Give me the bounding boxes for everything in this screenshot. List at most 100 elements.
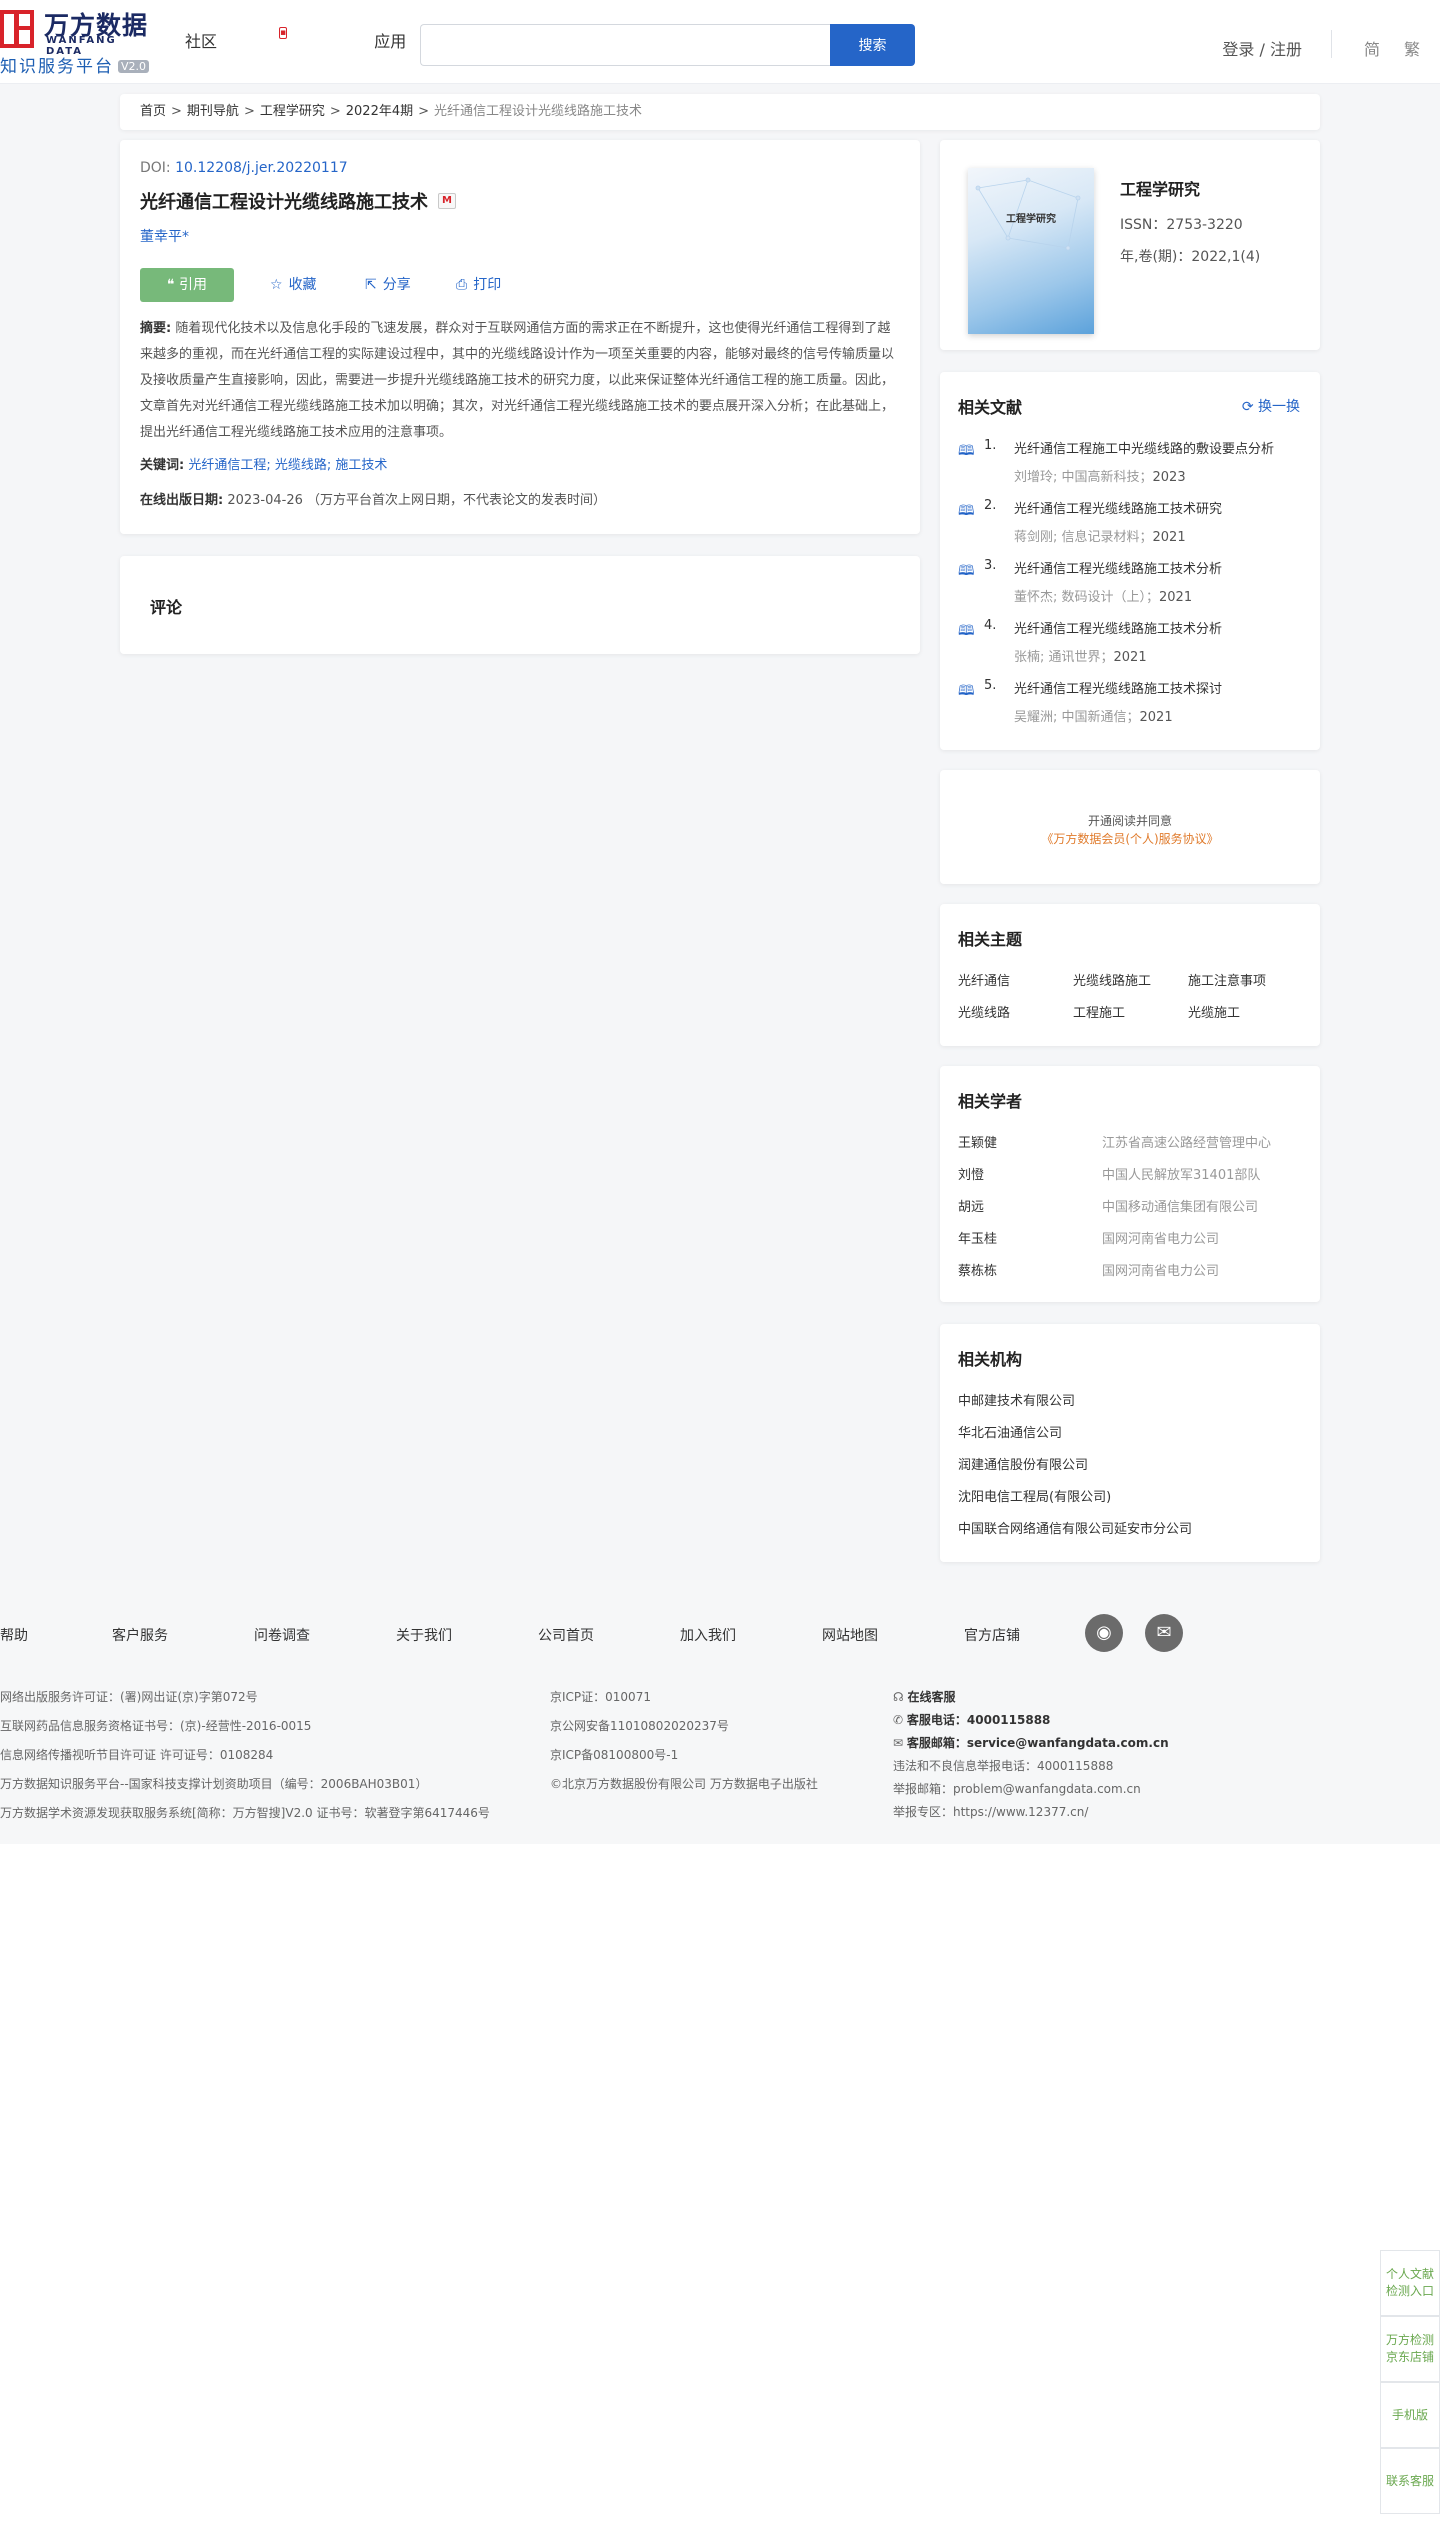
book-icon: 🕮 xyxy=(958,623,975,639)
list-item[interactable]: 🕮 1. 光纤通信工程施工中光缆线路的敷设要点分析 刘增玲; 中国高新科技；20… xyxy=(958,434,1308,494)
logo-mark-icon xyxy=(0,10,34,48)
keyword-link[interactable]: 光纤通信工程; xyxy=(188,458,270,473)
footer-help-link[interactable]: 帮助 xyxy=(0,1625,28,1645)
item-number: 2. xyxy=(984,498,997,513)
item-title[interactable]: 光纤通信工程光缆线路施工技术分析 xyxy=(1014,558,1222,577)
phone-value: 4000115888 xyxy=(966,1713,1051,1727)
online-service-link[interactable]: ☊ 在线客服 xyxy=(893,1688,1169,1711)
nav-community[interactable]: 社区 ▪ xyxy=(185,27,321,51)
scholar-org[interactable]: 江苏省高速公路经营管理中心 xyxy=(1102,1132,1271,1151)
journal-card: 工程学研究 工程学研究 ISSN：2753-3220 年,卷(期)：2022,1… xyxy=(940,140,1320,350)
item-title[interactable]: 光纤通信工程光缆线路施工技术研究 xyxy=(1014,498,1222,517)
scholar-org[interactable]: 中国移动通信集团有限公司 xyxy=(1102,1196,1258,1215)
breadcrumb-journal-nav[interactable]: 期刊导航 xyxy=(187,104,239,119)
cover-network-graphic xyxy=(975,177,1081,251)
institution-link[interactable]: 华北石油通信公司 xyxy=(958,1422,1308,1454)
cite-button[interactable]: ❝ 引用 xyxy=(140,268,234,302)
breadcrumb-current: 光纤通信工程设计光缆线路施工技术 xyxy=(434,104,643,119)
doi-label: DOI: xyxy=(140,160,171,176)
item-title[interactable]: 光纤通信工程施工中光缆线路的敷设要点分析 xyxy=(1014,438,1274,457)
pub-date-note: （万方平台首次上网日期，不代表论文的发表时间） xyxy=(307,493,607,508)
keyword-link[interactable]: 光缆线路; xyxy=(275,458,331,473)
footer-store-link[interactable]: 官方店铺 xyxy=(964,1625,1020,1645)
doi-link[interactable]: 10.12208/j.jer.20220117 xyxy=(175,160,348,176)
side-mobile[interactable]: 手机版 xyxy=(1380,2382,1440,2448)
topic-link[interactable]: 工程施工 xyxy=(1073,1002,1125,1021)
footer-service-link[interactable]: 客户服务 xyxy=(112,1625,168,1645)
footer-licenses: 网络出版服务许可证：(署)网出证(京)字第072号 互联网药品信息服务资格证书号… xyxy=(0,1688,490,1833)
institution-link[interactable]: 润建通信股份有限公司 xyxy=(958,1454,1308,1486)
list-item[interactable]: 🕮 4. 光纤通信工程光缆线路施工技术分析 张楠; 通讯世界；2021 xyxy=(958,614,1308,674)
related-docs-list: 🕮 1. 光纤通信工程施工中光缆线路的敷设要点分析 刘增玲; 中国高新科技；20… xyxy=(958,434,1308,734)
icp-text[interactable]: 京ICP证：010071 xyxy=(550,1688,818,1717)
institution-link[interactable]: 沈阳电信工程局(有限公司) xyxy=(958,1486,1308,1518)
scholar-org[interactable]: 国网河南省电力公司 xyxy=(1102,1228,1219,1247)
report-site[interactable]: 举报专区：https://www.12377.cn/ xyxy=(893,1803,1169,1826)
breadcrumb-home[interactable]: 首页 xyxy=(140,104,166,119)
item-title[interactable]: 光纤通信工程光缆线路施工技术分析 xyxy=(1014,618,1222,637)
list-item[interactable]: 🕮 5. 光纤通信工程光缆线路施工技术探讨 吴耀洲; 中国新通信；2021 xyxy=(958,674,1308,734)
topic-link[interactable]: 光缆线路 xyxy=(958,1002,1010,1021)
topic-link[interactable]: 光缆施工 xyxy=(1188,1002,1240,1021)
topic-link[interactable]: 光纤通信 xyxy=(958,970,1010,989)
list-item[interactable]: 🕮 3. 光纤通信工程光缆线路施工技术分析 董怀杰; 数码设计（上）；2021 xyxy=(958,554,1308,614)
favorite-button[interactable]: ☆ 收藏 xyxy=(270,268,317,302)
journal-cover[interactable]: 工程学研究 xyxy=(968,168,1094,334)
item-meta-text: 刘增玲; 中国高新科技； xyxy=(1014,470,1153,485)
journal-name[interactable]: 工程学研究 xyxy=(1120,176,1200,200)
wechat-icon[interactable]: ✉ xyxy=(1145,1614,1183,1652)
institution-link[interactable]: 中邮建技术有限公司 xyxy=(958,1390,1308,1422)
item-number: 4. xyxy=(984,618,997,633)
license-text: 网络出版服务许可证：(署)网出证(京)字第072号 xyxy=(0,1690,258,1704)
floating-side-panel: 个人文献检测入口 万方检测京东店铺 手机版 联系客服 xyxy=(1380,2250,1440,2514)
weibo-icon[interactable]: ◉ xyxy=(1085,1614,1123,1652)
scholar-name[interactable]: 王颖健 xyxy=(958,1132,997,1151)
topic-link[interactable]: 光缆线路施工 xyxy=(1073,970,1151,989)
login-register-link[interactable]: 登录 / 注册 xyxy=(1222,36,1302,60)
license-text: 万方数据知识服务平台--国家科技支撑计划资助项目（编号：2006BAH03B01… xyxy=(0,1777,428,1791)
print-button[interactable]: ⎙ 打印 xyxy=(456,268,501,302)
side-contact-service[interactable]: 联系客服 xyxy=(1380,2448,1440,2514)
license-text: 互联网药品信息服务资格证书号：(京)-经营性-2016-0015 xyxy=(0,1719,312,1733)
footer-company-link[interactable]: 公司首页 xyxy=(538,1625,594,1645)
side-detection-entry[interactable]: 个人文献检测入口 xyxy=(1380,2250,1440,2316)
scholar-name[interactable]: 蔡栋栋 xyxy=(958,1260,997,1279)
scholar-org[interactable]: 中国人民解放军31401部队 xyxy=(1102,1164,1260,1183)
institution-link[interactable]: 中国联合网络通信有限公司延安市分公司 xyxy=(958,1518,1308,1550)
item-year: 2021 xyxy=(1152,530,1186,545)
scholar-name[interactable]: 胡远 xyxy=(958,1196,984,1215)
customer-phone: ✆ 客服电话：4000115888 xyxy=(893,1711,1169,1734)
scholar-name[interactable]: 刘憕 xyxy=(958,1164,984,1183)
footer-join-link[interactable]: 加入我们 xyxy=(680,1625,736,1645)
wanfang-logo[interactable]: 万方数据 WANFANG DATA 知识服务平台 V2.0 xyxy=(0,6,152,77)
footer-survey-link[interactable]: 问卷调查 xyxy=(254,1625,310,1645)
search-input[interactable] xyxy=(420,24,830,66)
doi-line: DOI: 10.12208/j.jer.20220117 xyxy=(140,160,900,176)
breadcrumb-journal[interactable]: 工程学研究 xyxy=(260,104,325,119)
footer-sitemap-link[interactable]: 网站地图 xyxy=(822,1625,878,1645)
list-item[interactable]: 🕮 2. 光纤通信工程光缆线路施工技术研究 蒋剑刚; 信息记录材料；2021 xyxy=(958,494,1308,554)
keyword-link[interactable]: 施工技术 xyxy=(335,458,387,473)
item-meta-text: 董怀杰; 数码设计（上）； xyxy=(1014,590,1160,605)
search-button[interactable]: 搜索 xyxy=(830,24,915,66)
nav-apps[interactable]: 应用 xyxy=(374,32,406,51)
lang-traditional[interactable]: 繁 xyxy=(1404,36,1420,60)
mail-icon[interactable]: M xyxy=(438,193,456,209)
side-jd-store[interactable]: 万方检测京东店铺 xyxy=(1380,2316,1440,2382)
agreement-link[interactable]: 《万方数据会员(个人)服务协议》 xyxy=(940,830,1320,847)
scholar-name[interactable]: 年玉桂 xyxy=(958,1228,997,1247)
lang-simplified[interactable]: 简 xyxy=(1364,36,1380,60)
report-email[interactable]: 举报邮箱：problem@wanfangdata.com.cn xyxy=(893,1780,1169,1803)
share-button[interactable]: ⇱ 分享 xyxy=(365,268,411,302)
breadcrumb-issue[interactable]: 2022年4期 xyxy=(346,104,413,119)
topic-link[interactable]: 施工注意事项 xyxy=(1188,970,1266,989)
author-link[interactable]: 董幸平* xyxy=(140,226,900,246)
scholar-org[interactable]: 国网河南省电力公司 xyxy=(1102,1260,1219,1279)
item-title[interactable]: 光纤通信工程光缆线路施工技术探讨 xyxy=(1014,678,1222,697)
abstract-label: 摘要: xyxy=(140,321,172,336)
footer-about-link[interactable]: 关于我们 xyxy=(396,1625,452,1645)
email-value[interactable]: service@wanfangdata.com.cn xyxy=(967,1736,1169,1750)
refresh-button[interactable]: ⟳ 换一换 xyxy=(1242,396,1300,416)
icp-text[interactable]: 京ICP备08100800号-1 xyxy=(550,1746,818,1775)
icp-text[interactable]: 京公网安备11010802020237号 xyxy=(550,1717,818,1746)
